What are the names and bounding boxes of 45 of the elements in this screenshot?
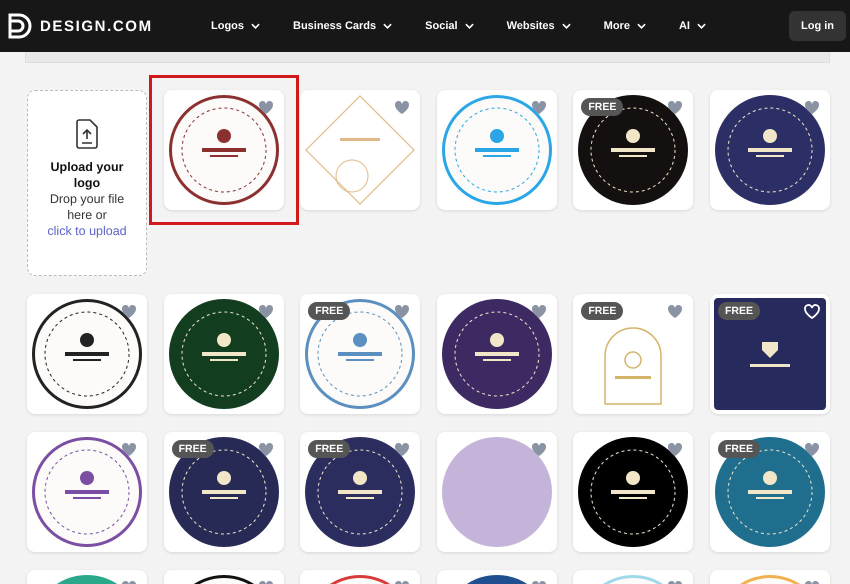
logo-template-card[interactable]: FREE xyxy=(164,432,284,552)
chevron-down-icon xyxy=(696,23,706,29)
heart-icon[interactable] xyxy=(804,304,820,319)
brand-logo-icon xyxy=(8,13,32,39)
free-badge: FREE xyxy=(308,302,350,320)
free-badge: FREE xyxy=(308,440,350,458)
logo-template-card[interactable]: FREE xyxy=(573,294,694,414)
logo-template-card[interactable]: FREE xyxy=(710,294,830,414)
logo-template-card[interactable]: FREE xyxy=(300,294,420,414)
nav-menu-item[interactable]: Social xyxy=(425,16,474,36)
heart-icon[interactable] xyxy=(804,100,820,115)
logo-template-card[interactable]: FREE xyxy=(573,90,694,210)
heart-icon[interactable] xyxy=(258,442,274,457)
heart-icon[interactable] xyxy=(258,100,274,115)
heart-icon[interactable] xyxy=(394,442,410,457)
free-badge: FREE xyxy=(718,440,760,458)
free-badge: FREE xyxy=(172,440,214,458)
file-upload-icon xyxy=(75,119,99,149)
heart-icon[interactable] xyxy=(667,100,684,115)
chevron-down-icon xyxy=(636,23,646,29)
click-to-upload-link[interactable]: click to upload xyxy=(47,224,127,238)
free-badge: FREE xyxy=(581,98,624,116)
nav-menu-item[interactable]: Business Cards xyxy=(293,16,392,36)
logo-template-card[interactable]: FREE xyxy=(710,432,830,552)
upload-instructions: Drop your file here or click to upload xyxy=(46,191,128,239)
free-badge: FREE xyxy=(581,302,624,320)
nav-menu-item[interactable]: More xyxy=(604,16,646,36)
chevron-down-icon xyxy=(562,23,571,29)
heart-icon[interactable] xyxy=(121,442,137,457)
heart-icon[interactable] xyxy=(667,442,684,457)
chevron-down-icon xyxy=(383,23,392,29)
nav-menu-item[interactable]: AI xyxy=(678,16,706,36)
upload-dropzone[interactable]: Upload your logo Drop your file here or click to upload xyxy=(27,90,147,276)
nav-menu-item[interactable]: Websites xyxy=(506,16,571,36)
heart-icon[interactable] xyxy=(530,304,547,319)
logo-template-card[interactable]: FREE xyxy=(300,432,420,552)
brand-name[interactable]: DESIGN.COM xyxy=(40,18,153,34)
heart-icon[interactable] xyxy=(258,304,274,319)
heart-icon[interactable] xyxy=(121,304,137,319)
upload-title: Upload your logo xyxy=(50,159,124,191)
login-button[interactable]: Log in xyxy=(789,11,846,41)
chevron-down-icon xyxy=(464,23,474,29)
nav-menu-item[interactable]: Logos xyxy=(211,16,260,36)
free-badge: FREE xyxy=(718,302,760,320)
chevron-down-icon xyxy=(251,23,260,29)
